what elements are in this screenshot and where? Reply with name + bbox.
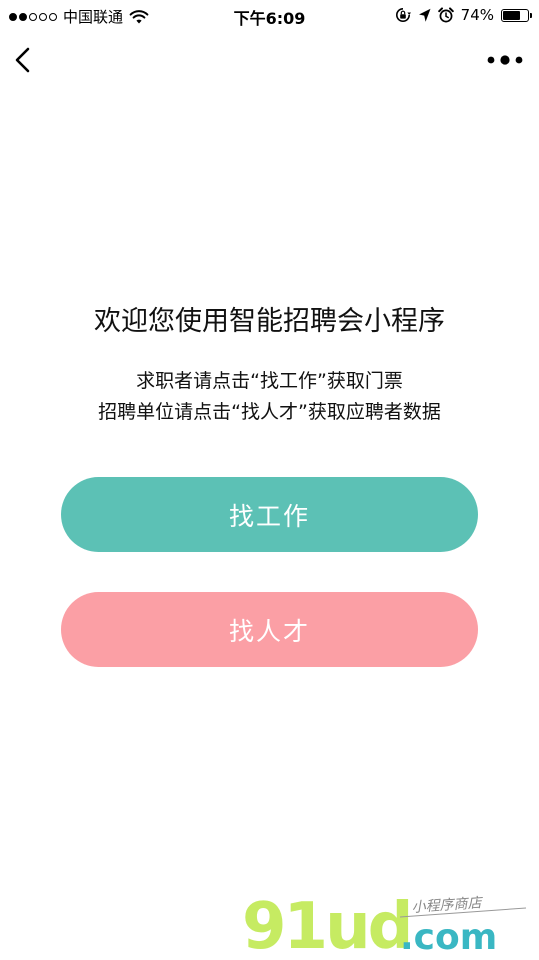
instruction-employer: 招聘单位请点击“找人才”获取应聘者数据 <box>98 401 441 423</box>
91ud-watermark-logo: 91ud .com 小程序商店 <box>242 890 527 956</box>
find-job-button[interactable]: 找工作 <box>61 477 478 552</box>
instruction-job-seeker: 求职者请点击“找工作”获取门票 <box>136 370 403 392</box>
more-dots-icon[interactable] <box>487 52 523 68</box>
back-chevron-icon[interactable] <box>12 46 34 74</box>
location-arrow-icon <box>418 8 431 22</box>
battery-percent: 74% <box>460 6 494 24</box>
instructions: 求职者请点击“找工作”获取门票 招聘单位请点击“找人才”获取应聘者数据 <box>0 366 539 428</box>
alarm-clock-icon <box>437 7 454 23</box>
status-bar: 中国联通 下午6:09 74% <box>0 0 539 30</box>
nav-bar <box>0 36 539 84</box>
rotation-lock-icon <box>395 8 411 22</box>
status-right: 74% <box>395 6 532 24</box>
watermark-domain: .com <box>400 917 497 956</box>
watermark-brand: 91ud <box>242 890 410 956</box>
welcome-title: 欢迎您使用智能招聘会小程序 <box>94 306 445 337</box>
battery-cap <box>530 12 532 18</box>
find-talent-button[interactable]: 找人才 <box>61 592 478 667</box>
watermark-tagline: 小程序商店 <box>411 895 484 916</box>
battery-fill <box>503 10 520 20</box>
battery-icon <box>501 8 532 22</box>
